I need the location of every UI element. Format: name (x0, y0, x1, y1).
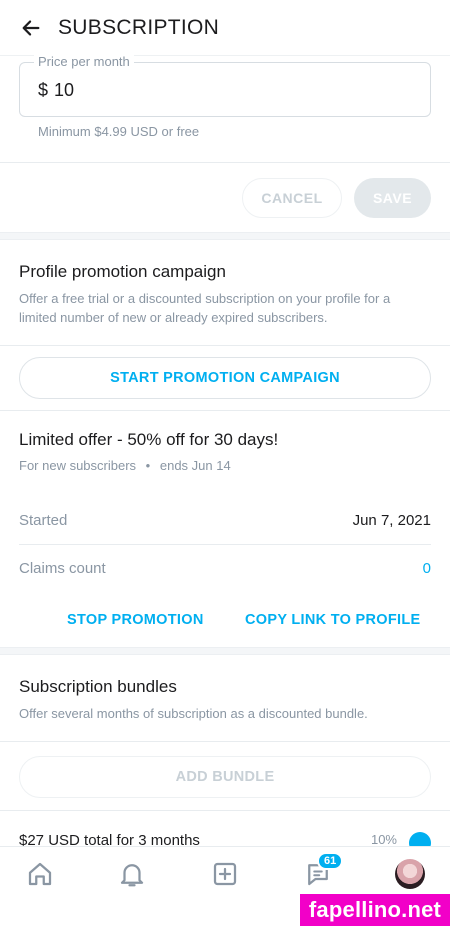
add-bundle-button[interactable]: ADD BUNDLE (19, 756, 431, 798)
bundle-row-discount: 10% (370, 832, 397, 846)
price-amount: 10 (54, 80, 75, 100)
offer-title: Limited offer - 50% off for 30 days! (19, 430, 279, 449)
promotion-title: Profile promotion campaign (19, 262, 226, 281)
started-label: Started (19, 512, 68, 529)
divider (0, 810, 450, 811)
offer-ends: ends Jun 14 (159, 458, 231, 473)
start-promotion-button[interactable]: START PROMOTION CAMPAIGN (19, 357, 431, 399)
divider (0, 162, 450, 163)
save-button[interactable]: SAVE (354, 178, 431, 218)
bundle-row-text: $27 USD total for 3 months (19, 832, 200, 846)
claims-value[interactable]: 0 (423, 560, 431, 577)
section-separator (0, 232, 450, 240)
divider (19, 544, 431, 545)
stop-promotion-button[interactable]: STOP PROMOTION (67, 612, 204, 628)
offer-audience: For new subscribers (19, 458, 137, 473)
currency-symbol: $ (38, 80, 49, 100)
divider (0, 410, 450, 411)
watermark-logo: fapellino.net (300, 894, 450, 926)
divider (0, 345, 450, 346)
price-hint: Minimum $4.99 USD or free (38, 124, 200, 139)
bundles-description: Offer several months of subscription as … (19, 706, 368, 721)
bundle-row-partial[interactable]: $27 USD total for 3 months 10% (19, 832, 431, 846)
divider (0, 741, 450, 742)
top-bar: SUBSCRIPTION (0, 0, 450, 56)
page-title: SUBSCRIPTION (58, 15, 220, 39)
bundles-title: Subscription bundles (19, 677, 177, 696)
home-icon[interactable] (24, 858, 56, 890)
bundle-row-indicator (409, 832, 431, 846)
offer-subtitle: For new subscribers • ends Jun 14 (19, 458, 231, 473)
bell-icon[interactable] (116, 858, 148, 890)
started-value: Jun 7, 2021 (352, 512, 431, 529)
messages-badge: 61 (317, 852, 344, 870)
promotion-description: Offer a free trial or a discounted subsc… (19, 291, 391, 325)
avatar[interactable] (395, 859, 425, 889)
price-value[interactable]: $10 (38, 80, 74, 101)
claims-label: Claims count (19, 560, 106, 577)
cancel-button[interactable]: CANCEL (242, 178, 342, 218)
price-field-label: Price per month (34, 54, 134, 69)
price-per-month-field[interactable]: Price per month $10 (19, 54, 431, 117)
section-separator (0, 647, 450, 655)
back-arrow-icon[interactable] (18, 15, 44, 41)
copy-link-button[interactable]: COPY LINK TO PROFILE (245, 612, 420, 628)
separator-dot: • (145, 458, 151, 473)
add-post-icon[interactable] (209, 858, 241, 890)
